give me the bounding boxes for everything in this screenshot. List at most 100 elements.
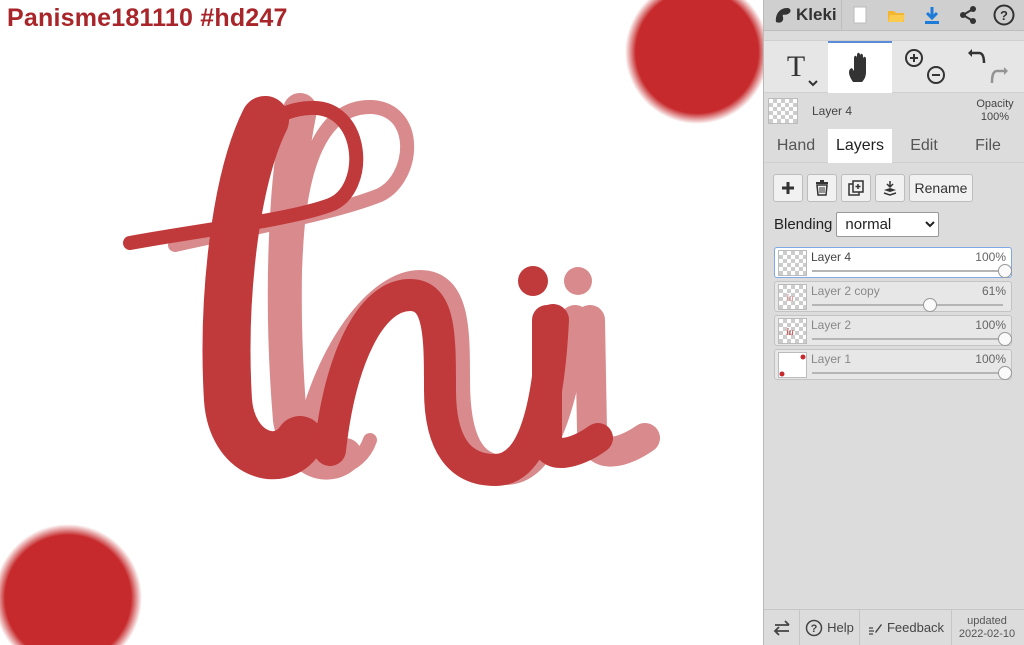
layer-name: Layer 1 [811,352,852,366]
zoom-in-icon [905,49,923,67]
new-image-button[interactable] [842,0,878,31]
layer-thumbnail [778,352,807,378]
new-image-icon [853,6,867,24]
current-layer-thumbnail [768,98,798,124]
feedback-pencil-icon [868,623,882,635]
hand-tool-button[interactable] [828,41,892,93]
zoom-icons [905,49,945,84]
layer-opacity-slider[interactable] [812,338,1003,340]
lettering-main [123,96,613,487]
layer-opacity-slider-knob[interactable] [998,264,1012,278]
layer-thumbnail: lu [778,284,807,310]
kleki-logo-icon [775,8,791,23]
app-name: Kleki [796,5,837,24]
svg-text:?: ? [1000,8,1008,23]
current-layer-info: Layer 4 Opacity 100% [764,94,1024,128]
top-toolbar: Kleki ? [764,0,1024,31]
tab-file[interactable]: File [956,129,1020,163]
layer-opacity-slider[interactable] [812,270,1003,272]
layer-name: Layer 2 [811,318,852,332]
layer-item-layer-2[interactable]: lu Layer 2 100% [774,315,1012,346]
help-button[interactable]: ? [986,0,1022,31]
tab-hand[interactable]: Hand [764,129,828,163]
red-dot-top-right [625,0,763,124]
share-button[interactable] [950,0,986,31]
tool-row: T [764,40,1024,93]
kleki-logo[interactable]: Kleki [764,0,842,31]
layer-name: Layer 4 [811,250,852,264]
layer-thumbnail: lu [778,318,807,344]
updated-date: 2022-02-10 [958,627,1016,640]
layer-actions: Rename [773,174,973,202]
layer-thumbnail [778,250,807,276]
help-circle-icon: ? [993,4,1015,26]
sidebar: Kleki ? T Layer 4 Opacity 100% Hand Laye… [763,0,1024,645]
layer-opacity-slider[interactable] [812,372,1003,374]
tab-edit[interactable]: Edit [892,129,956,163]
layer-item-layer-4[interactable]: Layer 4 100% [774,247,1012,278]
open-folder-icon [888,11,905,22]
trash-icon [816,180,828,196]
layer-opacity-text: 61% [981,284,1006,298]
blending-row: Blending normal [774,212,940,237]
layer-opacity-slider-knob[interactable] [922,298,937,312]
layer-opacity-slider-knob[interactable] [998,366,1012,380]
zoom-tools [892,41,956,93]
drawing-canvas[interactable]: Panisme181110 #hd247 [0,0,763,645]
help-link[interactable]: ? Help [800,609,860,645]
panel-tabs: Hand Layers Edit File [764,129,1024,163]
redo-icon [990,67,1008,84]
history-icons [968,49,1008,84]
download-icon [925,7,939,24]
layer-thumbnail-art [779,354,806,377]
updated-label: updated [967,614,1007,627]
feedback-link[interactable]: Feedback [860,609,952,645]
canvas-title-text: Panisme181110 #hd247 [7,4,288,32]
add-layer-button[interactable] [773,174,803,202]
layer-opacity-slider-knob[interactable] [998,332,1012,346]
help-circle-icon: ? [805,619,823,636]
layer-item-layer-1[interactable]: Layer 1 100% [774,349,1012,380]
download-button[interactable] [914,0,950,31]
tab-layers[interactable]: Layers [828,129,892,163]
duplicate-layer-button[interactable] [841,174,871,202]
opacity-value: 100% [980,111,1010,123]
delete-layer-button[interactable] [807,174,837,202]
layer-opacity-text: 100% [975,250,1006,264]
layer-opacity-text: 100% [975,352,1006,366]
undo-icon [968,49,986,64]
svg-text:lu: lu [786,327,794,338]
layer-item-layer-2-copy[interactable]: lu Layer 2 copy 61% [774,281,1012,312]
hand-icon [849,52,866,82]
merge-layer-button[interactable] [875,174,905,202]
chevron-down-icon[interactable] [808,79,818,87]
swap-arrows-icon [773,619,790,636]
text-tool-button[interactable]: T [764,41,828,93]
layer-thumbnail-art: lu [786,293,794,304]
layer-opacity-text: 100% [975,318,1006,332]
open-image-button[interactable] [878,0,914,31]
canvas-artwork [0,0,763,645]
layer-name: Layer 2 copy [811,284,880,298]
zoom-out-icon [927,66,945,84]
history-tools [956,41,1020,93]
rename-layer-button[interactable]: Rename [909,174,973,202]
blending-label: Blending [774,216,833,233]
updated-info: updated 2022-02-10 [952,615,1022,641]
layer-thumbnail-art: lu [786,327,794,338]
layer-opacity-slider[interactable] [812,304,1003,306]
feedback-label: Feedback [886,620,945,635]
plus-icon [782,182,794,194]
red-dot-bottom-left [0,524,142,645]
layer-list: Layer 4 100% lu Layer 2 copy 61% lu Laye… [774,247,1012,383]
blending-mode-select[interactable]: normal [836,212,940,237]
svg-text:?: ? [811,623,818,635]
opacity-label: Opacity [976,98,1014,110]
merge-down-icon [883,181,897,196]
swap-side-button[interactable] [764,609,800,645]
kleki-app: Panisme181110 #hd247 Kleki ? T Layer 4 O… [0,0,1024,645]
share-icon [960,6,976,24]
current-layer-opacity: Opacity 100% [965,98,1024,124]
help-label: Help [827,620,854,635]
bottom-bar: ? Help Feedback updated 2022-02-10 [764,609,1024,645]
